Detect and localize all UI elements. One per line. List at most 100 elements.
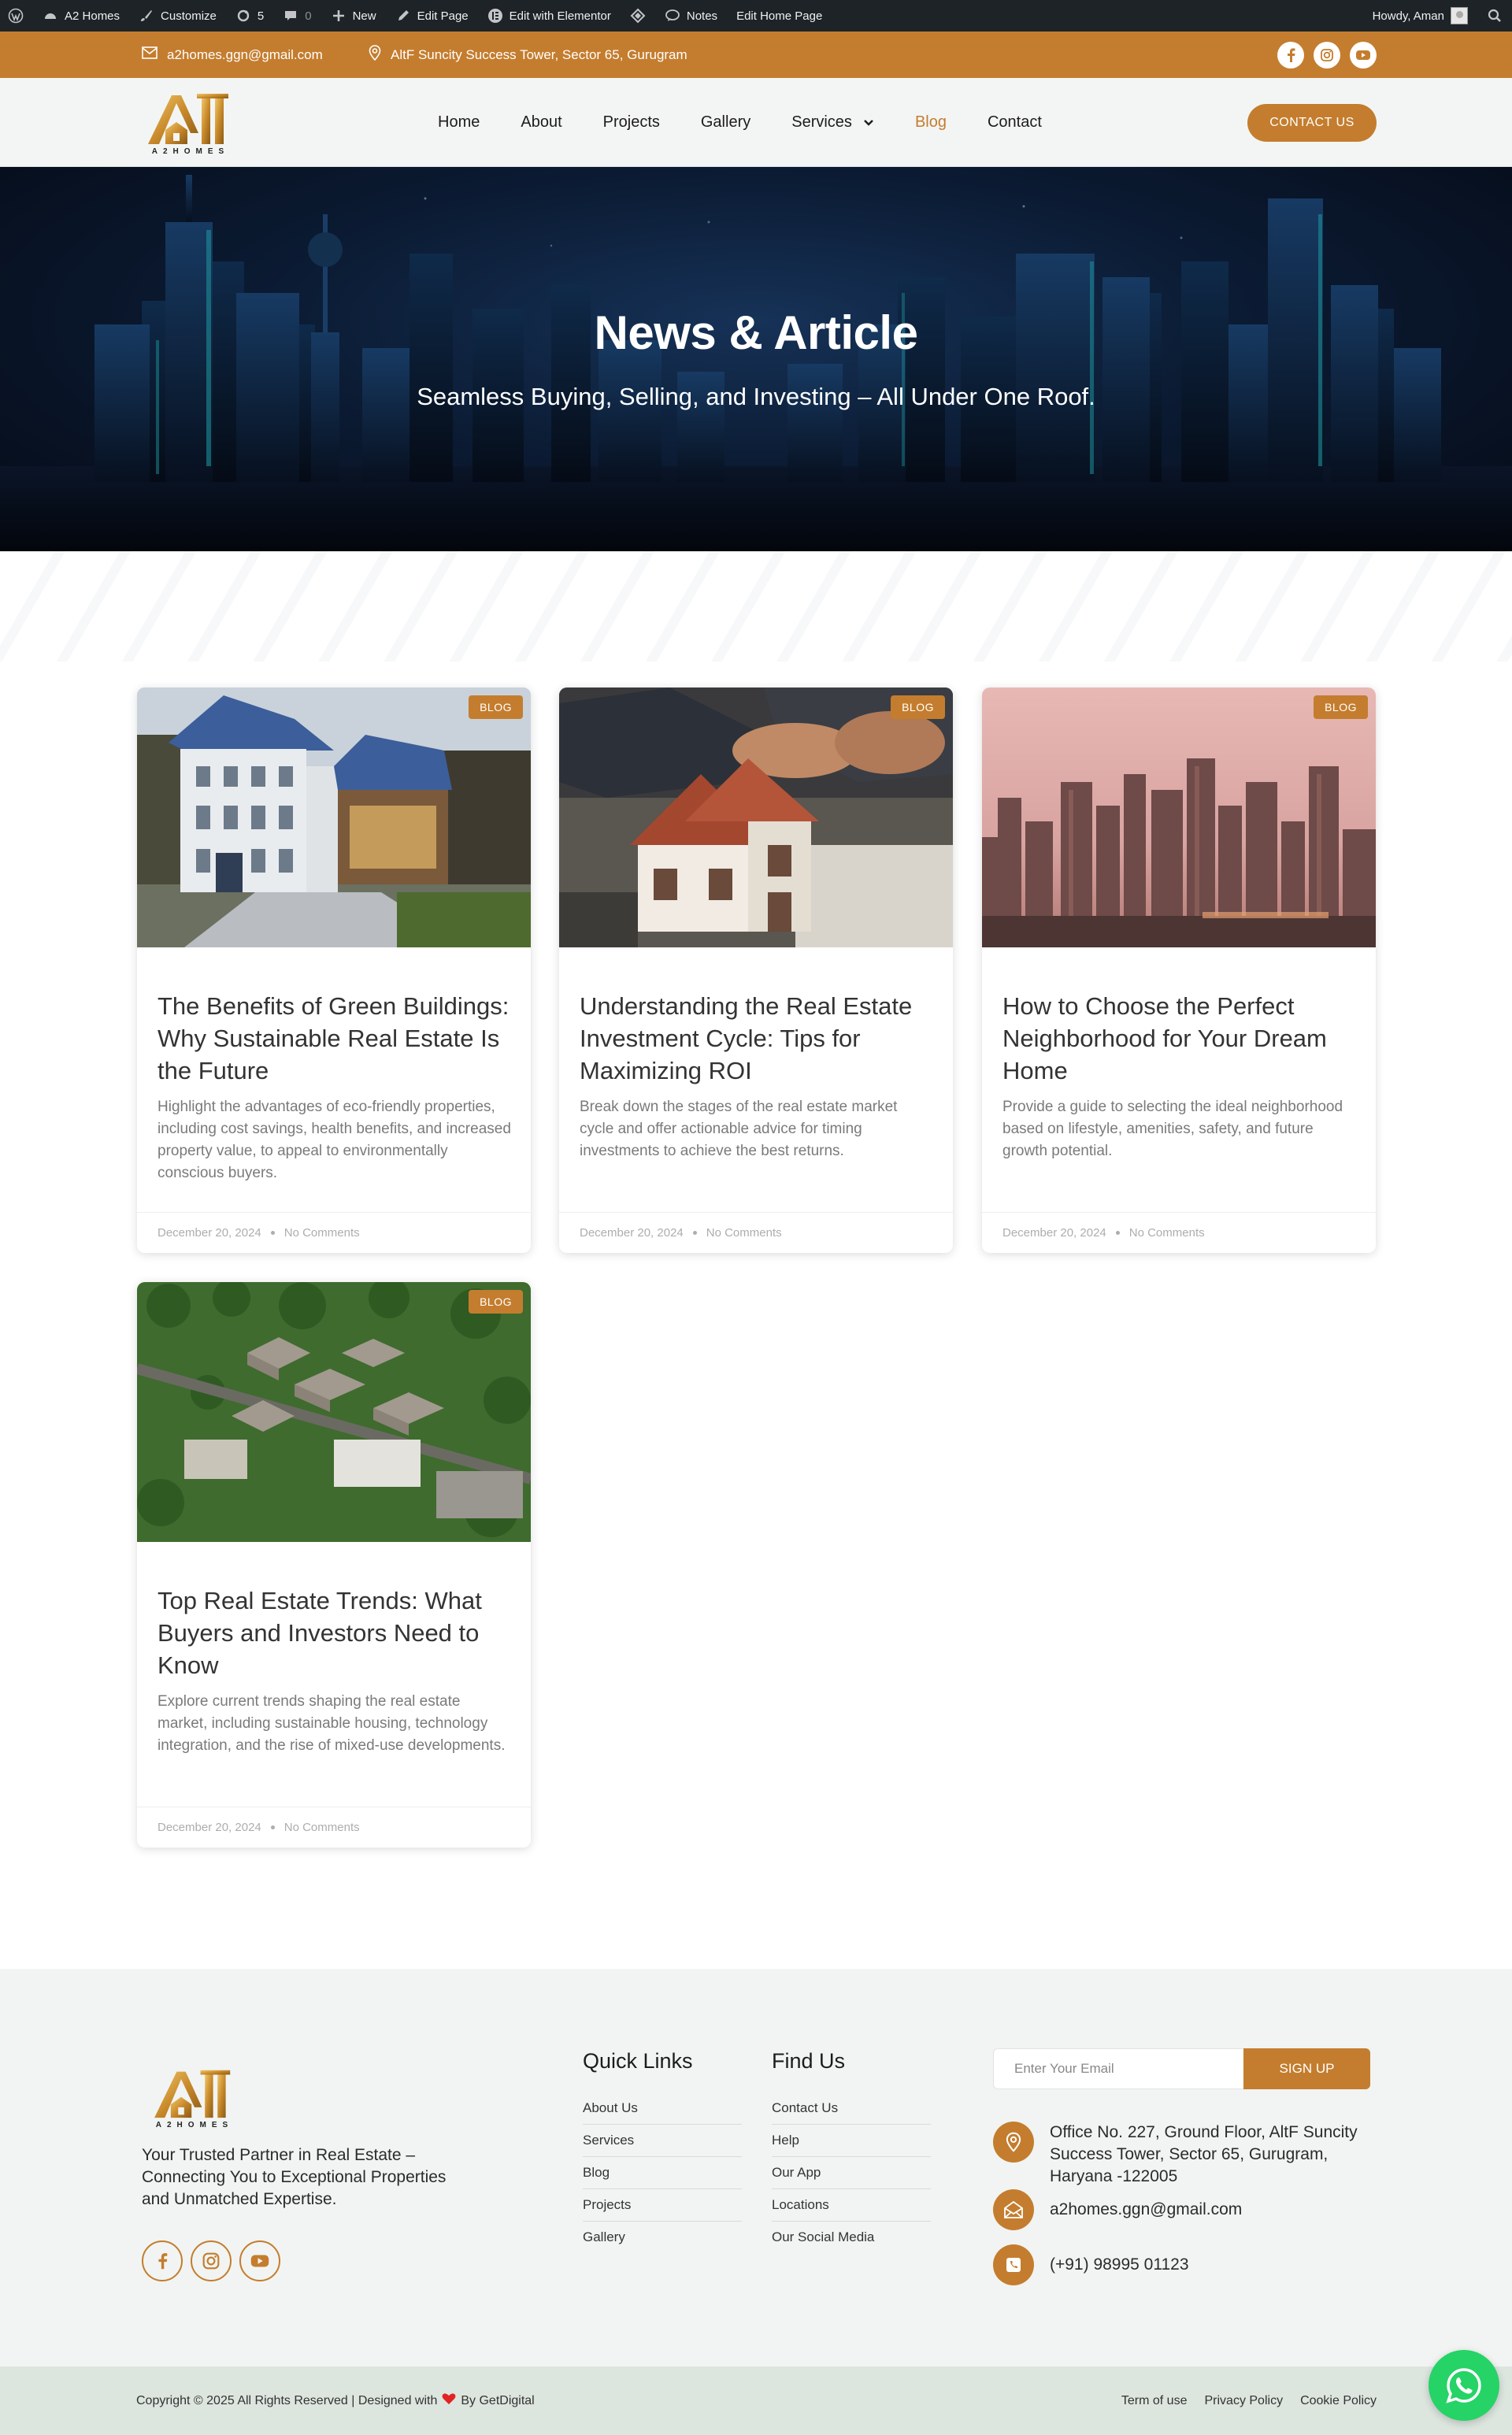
footer-link-projects[interactable]: Projects <box>583 2189 742 2222</box>
top-email: a2homes.ggn@gmail.com <box>167 46 323 62</box>
category-badge[interactable]: BLOG <box>1314 695 1368 719</box>
footer-link-our-app[interactable]: Our App <box>772 2157 931 2189</box>
footer-logo[interactable]: A2HOMES <box>148 2067 241 2129</box>
nav-item-blog[interactable]: Blog <box>915 113 947 132</box>
post-thumbnail-house[interactable]: BLOG <box>137 688 531 947</box>
post-card[interactable]: BLOG Understanding the Real Estate Inves… <box>559 688 953 1253</box>
category-badge[interactable]: BLOG <box>469 1290 523 1314</box>
quick-links-column: Quick Links About Us Services Blog Proje… <box>583 2049 742 2253</box>
top-email-link[interactable]: a2homes.ggn@gmail.com <box>142 32 323 78</box>
logo-mark-icon <box>148 94 228 144</box>
site-footer: A2HOMES Your Trusted Partner in Real Est… <box>0 1969 1512 2366</box>
top-social-links <box>1277 42 1377 69</box>
my-account-menu[interactable]: Howdy, Aman <box>1365 0 1477 32</box>
post-title[interactable]: Top Real Estate Trends: What Buyers and … <box>158 1584 512 1681</box>
instagram-icon[interactable] <box>1314 42 1340 69</box>
footer-link-blog[interactable]: Blog <box>583 2157 742 2189</box>
nav-label: Blog <box>914 113 947 131</box>
designer-credit[interactable]: By GetDigital <box>461 2394 534 2408</box>
customize-link[interactable]: Customize <box>129 0 226 32</box>
updates-link[interactable]: 5 <box>226 0 273 32</box>
post-title[interactable]: Understanding the Real Estate Investment… <box>580 990 934 1087</box>
edit-elementor-link[interactable]: Edit with Elementor <box>478 0 621 32</box>
logo-wordmark: A2HOMES <box>151 147 230 156</box>
top-address-link[interactable]: AltF Suncity Success Tower, Sector 65, G… <box>369 32 687 78</box>
paintbrush-icon <box>139 8 154 24</box>
nav-label: Gallery <box>700 113 751 131</box>
post-thumbnail-neighborhood[interactable]: BLOG <box>137 1282 531 1542</box>
meta-separator <box>692 1231 697 1235</box>
post-thumbnail-skyline[interactable]: BLOG <box>982 688 1376 947</box>
new-content-menu[interactable]: New <box>321 0 386 32</box>
nav-item-services[interactable]: Services <box>791 113 874 132</box>
admin-search[interactable] <box>1477 0 1512 32</box>
privacy-policy-link[interactable]: Privacy Policy <box>1204 2394 1283 2408</box>
facebook-icon[interactable] <box>1277 42 1304 69</box>
plus-icon <box>331 8 346 24</box>
post-card[interactable]: BLOG Top Real Estate Trends: What Buyers… <box>137 1282 531 1848</box>
footer-link-contact-us[interactable]: Contact Us <box>772 2092 931 2125</box>
footer-tagline: Your Trusted Partner in Real Estate – Co… <box>142 2146 447 2208</box>
post-card[interactable]: BLOG The Benefits of Green Buildings: Wh… <box>137 688 531 1253</box>
nav-label: Contact <box>987 113 1042 131</box>
post-thumbnail-handshake[interactable]: BLOG <box>559 688 953 947</box>
post-meta: December 20, 2024 No Comments <box>137 1212 531 1253</box>
nav-label: Services <box>791 113 852 131</box>
youtube-icon[interactable] <box>239 2240 280 2281</box>
newsletter-email-input[interactable] <box>993 2048 1243 2089</box>
notes-link[interactable]: Notes <box>655 0 727 32</box>
wp-logo-menu[interactable] <box>0 0 33 32</box>
nav-item-about[interactable]: About <box>521 113 561 132</box>
edit-home-page-link[interactable]: Edit Home Page <box>727 0 832 32</box>
terms-of-use-link[interactable]: Term of use <box>1121 2394 1188 2408</box>
post-title[interactable]: The Benefits of Green Buildings: Why Sus… <box>158 990 512 1087</box>
elementor-diamond-menu[interactable] <box>621 0 655 32</box>
site-logo[interactable]: A2HOMES <box>142 91 239 156</box>
nav-item-gallery[interactable]: Gallery <box>701 113 750 132</box>
footer-phone[interactable]: (+91) 98995 01123 <box>993 2244 1380 2285</box>
chevron-down-icon <box>863 113 874 132</box>
updates-count: 5 <box>257 9 265 23</box>
copyright-text: Copyright © 2025 All Rights Reserved | D… <box>136 2393 438 2407</box>
post-date: December 20, 2024 <box>1002 1226 1106 1240</box>
post-comments: No Comments <box>284 1226 360 1240</box>
site-name-menu[interactable]: A2 Homes <box>33 0 129 32</box>
speech-bubble-icon <box>665 8 680 24</box>
post-card[interactable]: BLOG How to Choose the Perfect Neighborh… <box>982 688 1376 1253</box>
nav-item-home[interactable]: Home <box>438 113 480 132</box>
category-badge[interactable]: BLOG <box>891 695 945 719</box>
comments-link[interactable]: 0 <box>273 0 321 32</box>
footer-link-social-media[interactable]: Our Social Media <box>772 2222 931 2253</box>
contact-us-button[interactable]: CONTACT US <box>1247 104 1377 142</box>
post-comments: No Comments <box>706 1226 782 1240</box>
footer-link-about-us[interactable]: About Us <box>583 2092 742 2125</box>
post-excerpt: Provide a guide to selecting the ideal n… <box>1002 1099 1343 1159</box>
cookie-policy-link[interactable]: Cookie Policy <box>1300 2394 1377 2408</box>
edit-page-link[interactable]: Edit Page <box>386 0 478 32</box>
wordpress-icon <box>8 8 24 24</box>
footer-link-services[interactable]: Services <box>583 2125 742 2157</box>
footer-link-locations[interactable]: Locations <box>772 2189 931 2222</box>
whatsapp-chat-button[interactable] <box>1429 2350 1499 2421</box>
youtube-icon[interactable] <box>1350 42 1377 69</box>
instagram-icon[interactable] <box>191 2240 232 2281</box>
facebook-icon[interactable] <box>142 2240 183 2281</box>
footer-link-help[interactable]: Help <box>772 2125 931 2157</box>
page-hero: News & Article Seamless Buying, Selling,… <box>0 167 1512 551</box>
category-badge[interactable]: BLOG <box>469 695 523 719</box>
footer-email-text: a2homes.ggn@gmail.com <box>1050 2200 1243 2218</box>
footer-link-gallery[interactable]: Gallery <box>583 2222 742 2253</box>
nav-item-projects[interactable]: Projects <box>603 113 660 132</box>
post-title[interactable]: How to Choose the Perfect Neighborhood f… <box>1002 990 1357 1087</box>
nav-label: About <box>521 113 562 131</box>
wp-admin-bar: A2 Homes Customize 5 0 New Edit Page Edi… <box>0 0 1512 32</box>
sign-up-button[interactable]: SIGN UP <box>1243 2048 1370 2089</box>
edit-elementor-label: Edit with Elementor <box>509 9 611 23</box>
nav-item-contact[interactable]: Contact <box>988 113 1042 132</box>
footer-email[interactable]: a2homes.ggn@gmail.com <box>993 2189 1380 2230</box>
page-title: News & Article <box>594 306 918 359</box>
elementor-icon <box>487 8 503 24</box>
page-subtitle: Seamless Buying, Selling, and Investing … <box>417 383 1095 410</box>
heart-icon <box>442 2392 456 2409</box>
post-date: December 20, 2024 <box>158 1821 261 1834</box>
